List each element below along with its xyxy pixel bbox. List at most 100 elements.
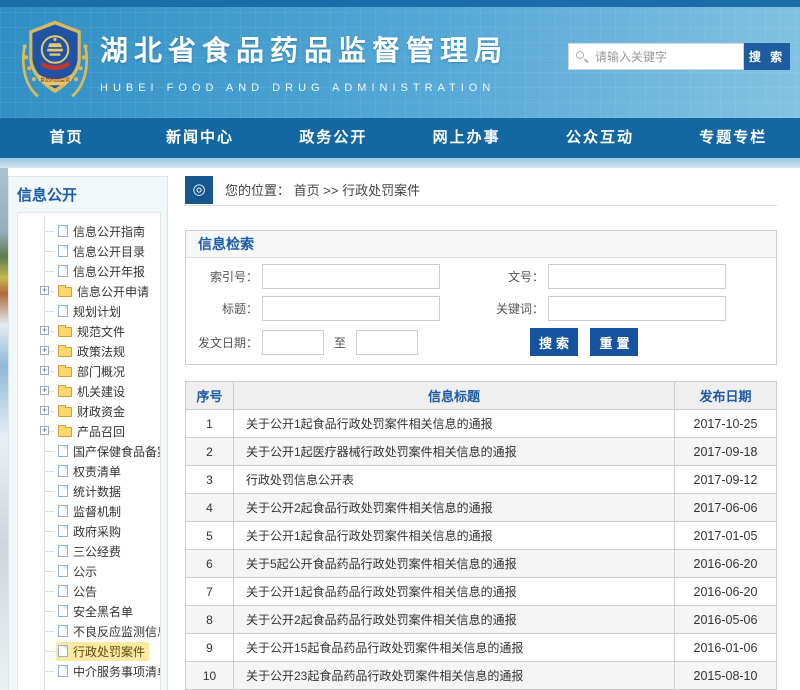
site-title: 湖北省食品药品监督管理局 xyxy=(100,29,508,69)
nav-item[interactable]: 专题专栏 xyxy=(667,118,800,158)
nav-item[interactable]: 网上办事 xyxy=(400,118,533,158)
breadcrumb-prefix: 您的位置： xyxy=(225,183,290,198)
index-no-input[interactable] xyxy=(262,264,440,289)
sidebar-item[interactable]: 统计数据 xyxy=(18,481,160,501)
row-title-link[interactable]: 关于5起公开食品药品行政处罚案件相关信息的通报 xyxy=(234,550,675,578)
row-publish-date: 2016-01-06 xyxy=(675,634,777,662)
row-number: 4 xyxy=(186,494,234,522)
sidebar-item-label: 三公经费 xyxy=(73,543,121,560)
top-strip xyxy=(0,0,800,7)
results-table: 序号 信息标题 发布日期 1关于公开1起食品行政处罚案件相关信息的通报2017-… xyxy=(185,381,777,690)
plus-box-icon[interactable]: + xyxy=(40,426,49,435)
sidebar-item[interactable]: 公示 xyxy=(18,561,160,581)
sidebar-item[interactable]: 信息公开指南 xyxy=(18,221,160,241)
sidebar-item[interactable]: +信息公开申请 xyxy=(18,281,160,301)
sidebar-item[interactable]: 信息公开目录 xyxy=(18,241,160,261)
sidebar-item[interactable]: + 财政资金 xyxy=(18,401,160,421)
sidebar-item[interactable]: +政策法规 xyxy=(18,341,160,361)
sidebar-item[interactable]: +部门概况 xyxy=(18,361,160,381)
nav-item[interactable]: 公众互动 xyxy=(533,118,666,158)
nav-bottom-strip xyxy=(0,158,800,168)
sidebar-item[interactable]: +规范文件 xyxy=(18,321,160,341)
table-row: 4关于公开2起食品行政处罚案件相关信息的通报2017-06-06 xyxy=(186,494,777,522)
date-from-input[interactable] xyxy=(262,330,324,355)
site-header: 食品药品监管 湖北省食品药品监督管理局 HUBEI FOOD AND DRUG … xyxy=(0,7,800,118)
sidebar-item-label: 监督机制 xyxy=(73,503,121,520)
sidebar-item[interactable]: 信息公开年报 xyxy=(18,261,160,281)
plus-box-icon[interactable]: + xyxy=(40,286,49,295)
row-title-link[interactable]: 关于公开1起食品行政处罚案件相关信息的通报 xyxy=(234,410,675,438)
page-icon xyxy=(58,265,68,277)
row-title-link[interactable]: 关于公开23起食品药品行政处罚案件相关信息的通报 xyxy=(234,662,675,690)
title-label: 标题： xyxy=(186,300,258,317)
keyword-label: 关键词： xyxy=(440,300,544,317)
sidebar-item-label: 财政资金 xyxy=(77,403,125,420)
sidebar-item[interactable]: 公告 xyxy=(18,581,160,601)
col-header-title: 信息标题 xyxy=(234,382,675,410)
page: 食品药品监管 湖北省食品药品监督管理局 HUBEI FOOD AND DRUG … xyxy=(0,0,800,690)
plus-box-icon[interactable]: + xyxy=(40,366,49,375)
plus-box-icon[interactable]: + xyxy=(40,326,49,335)
sidebar-item[interactable]: 政府采购 xyxy=(18,521,160,541)
search-button[interactable]: 搜索 xyxy=(530,328,578,356)
row-number: 8 xyxy=(186,606,234,634)
sidebar-item[interactable]: 三公经费 xyxy=(18,541,160,561)
title-input[interactable] xyxy=(262,296,440,321)
sidebar-item[interactable]: 不良反应监测信息 xyxy=(18,621,160,641)
keyword-input[interactable] xyxy=(548,296,726,321)
row-publish-date: 2017-09-12 xyxy=(675,466,777,494)
row-title-link[interactable]: 关于公开2起食品行政处罚案件相关信息的通报 xyxy=(234,494,675,522)
content-area: 信息公开 信息公开指南信息公开目录信息公开年报+信息公开申请规划计划+规范文件+… xyxy=(0,168,800,690)
row-number: 3 xyxy=(186,466,234,494)
sidebar-item[interactable]: +产品召回 xyxy=(18,421,160,441)
sidebar-item[interactable]: 行政处罚案件 xyxy=(18,641,160,661)
page-icon xyxy=(58,665,68,677)
row-title-link[interactable]: 关于公开2起食品药品行政处罚案件相关信息的通报 xyxy=(234,606,675,634)
sidebar-item[interactable]: 监督机制 xyxy=(18,501,160,521)
doc-no-label: 文号： xyxy=(440,268,544,285)
sidebar-item[interactable]: 规划计划 xyxy=(18,301,160,321)
sidebar-item-label: 公告 xyxy=(73,583,97,600)
plus-box-icon[interactable]: + xyxy=(40,406,49,415)
folder-icon xyxy=(58,387,72,397)
page-icon xyxy=(58,525,68,537)
plus-box-icon[interactable]: + xyxy=(40,386,49,395)
folder-icon xyxy=(58,367,72,377)
row-title-link[interactable]: 关于公开15起食品药品行政处罚案件相关信息的通报 xyxy=(234,634,675,662)
sidebar-item[interactable]: 中介服务事项清单 xyxy=(18,661,160,681)
table-row: 3行政处罚信息公开表2017-09-12 xyxy=(186,466,777,494)
sidebar-item-label: 国产保健食品备案 xyxy=(73,443,161,460)
nav-item[interactable]: 政务公开 xyxy=(267,118,400,158)
page-icon xyxy=(58,245,68,257)
plus-box-icon[interactable]: + xyxy=(40,346,49,355)
page-icon xyxy=(58,505,68,517)
page-icon xyxy=(58,465,68,477)
main-nav: 首页新闻中心政务公开网上办事公众互动专题专栏 xyxy=(0,118,800,158)
breadcrumb-home-link[interactable]: 首页 xyxy=(294,183,320,198)
header-search: 搜 索 xyxy=(568,43,790,70)
nav-item[interactable]: 首页 xyxy=(0,118,133,158)
svg-text:食品药品监管: 食品药品监管 xyxy=(40,77,70,84)
sidebar-item[interactable]: 权责清单 xyxy=(18,461,160,481)
col-header-date: 发布日期 xyxy=(675,382,777,410)
row-title-link[interactable]: 关于公开1起食品药品行政处罚案件相关信息的通报 xyxy=(234,578,675,606)
row-title-link[interactable]: 关于公开1起医疗器械行政处罚案件相关信息的通报 xyxy=(234,438,675,466)
row-title-link[interactable]: 行政处罚信息公开表 xyxy=(234,466,675,494)
page-icon xyxy=(58,485,68,497)
row-title-link[interactable]: 关于公开1起食品行政处罚案件相关信息的通报 xyxy=(234,522,675,550)
sidebar-item[interactable]: + 机关建设 xyxy=(18,381,160,401)
sidebar-item-label: 规划计划 xyxy=(73,303,121,320)
sidebar-item[interactable]: 安全黑名单 xyxy=(18,601,160,621)
doc-no-input[interactable] xyxy=(548,264,726,289)
date-to-input[interactable] xyxy=(356,330,418,355)
page-icon xyxy=(58,445,68,457)
table-row: 10关于公开23起食品药品行政处罚案件相关信息的通报2015-08-10 xyxy=(186,662,777,690)
sidebar-item-label: 机关建设 xyxy=(77,383,125,400)
row-publish-date: 2017-09-18 xyxy=(675,438,777,466)
nav-item[interactable]: 新闻中心 xyxy=(133,118,266,158)
header-search-input[interactable] xyxy=(568,43,744,70)
sidebar-item[interactable]: 国产保健食品备案 xyxy=(18,441,160,461)
header-search-button[interactable]: 搜 索 xyxy=(744,43,790,70)
row-publish-date: 2015-08-10 xyxy=(675,662,777,690)
reset-button[interactable]: 重置 xyxy=(590,328,638,356)
